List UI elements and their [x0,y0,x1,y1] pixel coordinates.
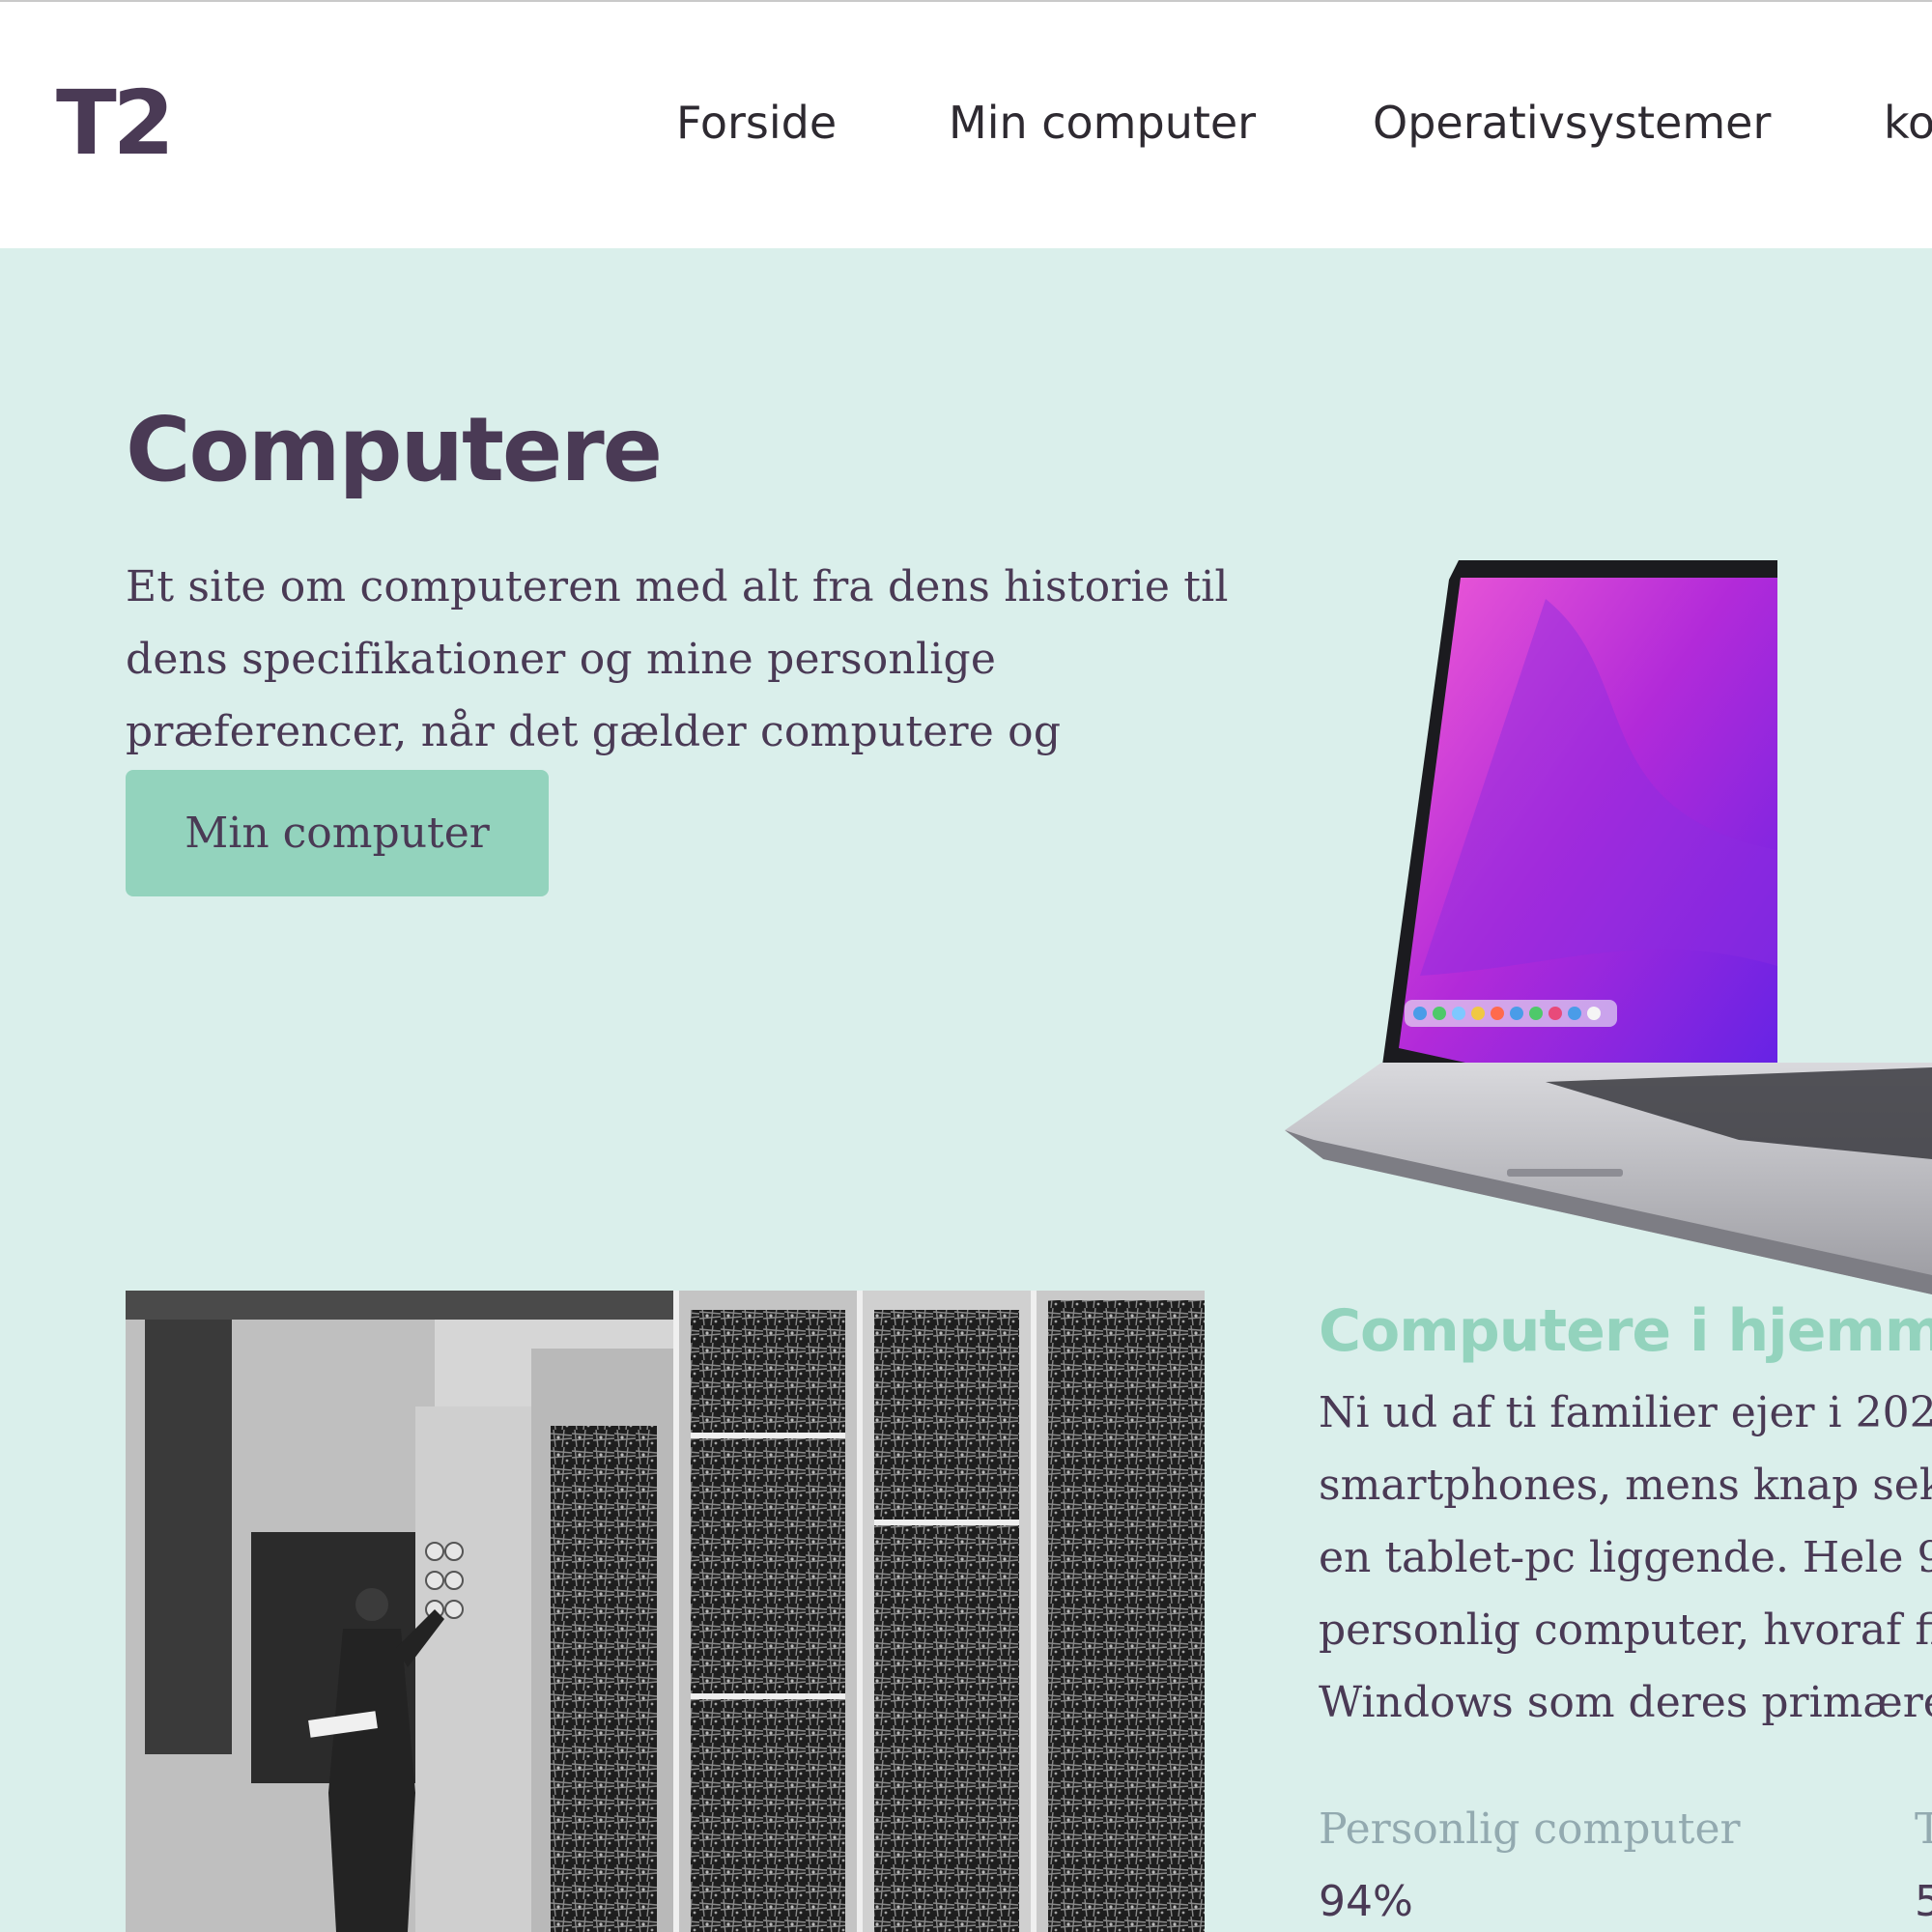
stat-value-personlig-computer: 94% [1319,1877,1413,1926]
stat-label-second: T [1915,1804,1932,1854]
nav-item-truncated[interactable]: ko [1884,99,1932,148]
section-description: Ni ud af ti familier ejer i 2022 smartph… [1319,1388,1932,1727]
nav-item-min-computer[interactable]: Min computer [949,99,1256,148]
nav-item-operativsystemer[interactable]: Operativsystemer [1373,99,1771,148]
page-title: Computere [126,398,663,501]
vintage-mainframe-photo [126,1291,1205,1932]
stat-value-second: 5 [1915,1877,1932,1926]
site-header: T2 Forside Min computer Operativsystemer… [0,2,1932,248]
main-nav: Forside Min computer Operativsystemer ko [0,2,1932,248]
stat-label-personlig-computer: Personlig computer [1319,1804,1741,1854]
nav-item-forside[interactable]: Forside [676,99,837,148]
laptop-image [1285,560,1932,1294]
min-computer-button[interactable]: Min computer [126,770,549,896]
section-title: Computere i hjemme [1319,1297,1932,1365]
